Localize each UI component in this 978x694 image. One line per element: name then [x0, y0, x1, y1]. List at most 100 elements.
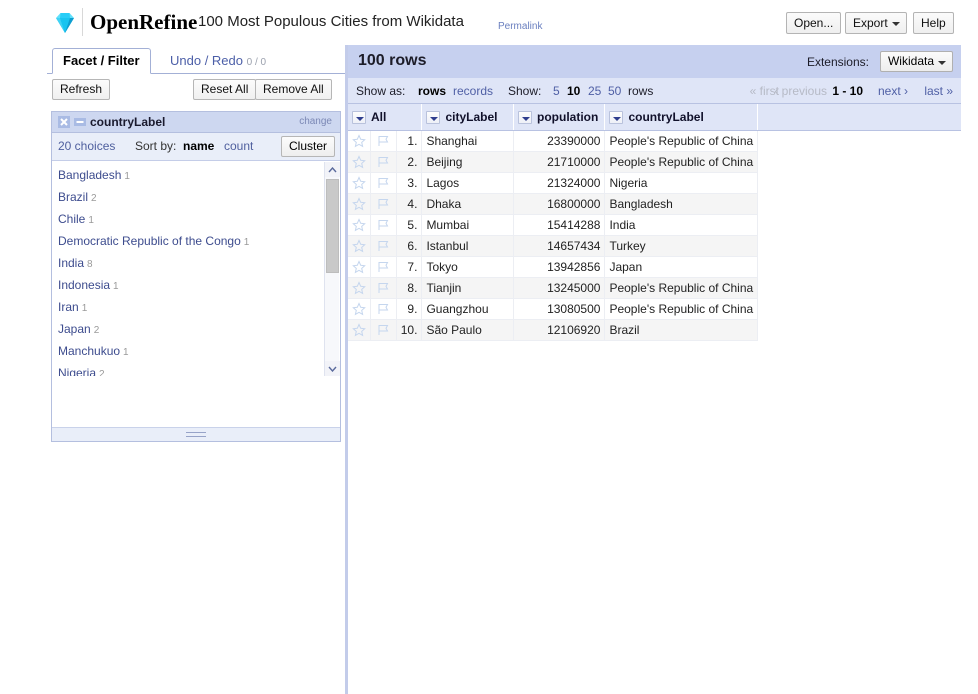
flag-outline-icon[interactable]: [371, 235, 397, 256]
column-header-citylabel[interactable]: cityLabel: [422, 104, 514, 130]
page-size-50[interactable]: 50: [608, 84, 621, 98]
cell-citylabel[interactable]: Mumbai: [422, 214, 514, 235]
tab-undo-redo[interactable]: Undo / Redo 0 / 0: [160, 49, 276, 75]
flag-outline-icon[interactable]: [371, 319, 397, 340]
pagination-next[interactable]: next ›: [878, 84, 908, 98]
flag-outline-icon[interactable]: [371, 277, 397, 298]
cell-population[interactable]: 21710000: [514, 151, 605, 172]
column-header-all[interactable]: All: [348, 104, 422, 130]
facet-choice-indonesia[interactable]: Indonesia1: [52, 275, 322, 297]
table-row[interactable]: 6.Istanbul14657434Turkey: [348, 235, 961, 256]
cell-population[interactable]: 14657434: [514, 235, 605, 256]
cell-countrylabel[interactable]: India: [605, 214, 758, 235]
scroll-up-icon[interactable]: [325, 162, 340, 177]
cell-population[interactable]: 12106920: [514, 319, 605, 340]
facet-choice-chile[interactable]: Chile1: [52, 209, 322, 231]
star-outline-icon[interactable]: [348, 319, 371, 340]
table-row[interactable]: 9.Guangzhou13080500People's Republic of …: [348, 298, 961, 319]
cell-population[interactable]: 13245000: [514, 277, 605, 298]
flag-outline-icon[interactable]: [371, 130, 397, 151]
cluster-button[interactable]: Cluster: [281, 136, 335, 157]
star-outline-icon[interactable]: [348, 172, 371, 193]
scroll-down-icon[interactable]: [325, 361, 340, 376]
table-row[interactable]: 3.Lagos21324000Nigeria: [348, 172, 961, 193]
cell-population[interactable]: 21324000: [514, 172, 605, 193]
star-outline-icon[interactable]: [348, 298, 371, 319]
cell-citylabel[interactable]: Tianjin: [422, 277, 514, 298]
chevron-down-icon[interactable]: [426, 111, 440, 124]
show-as-records-option[interactable]: records: [453, 84, 493, 98]
cell-countrylabel[interactable]: Turkey: [605, 235, 758, 256]
export-button[interactable]: Export: [845, 12, 907, 34]
column-header-countrylabel[interactable]: countryLabel: [605, 104, 758, 130]
facet-choice-iran[interactable]: Iran1: [52, 297, 322, 319]
star-outline-icon[interactable]: [348, 130, 371, 151]
facet-sort-by-count[interactable]: count: [224, 139, 253, 153]
star-outline-icon[interactable]: [348, 214, 371, 235]
chevron-down-icon[interactable]: [518, 111, 532, 124]
facet-choice-nigeria[interactable]: Nigeria2: [52, 363, 322, 376]
tab-facet-filter[interactable]: Facet / Filter: [52, 48, 151, 74]
facet-choice-manchukuo[interactable]: Manchukuo1: [52, 341, 322, 363]
facet-choice-brazil[interactable]: Brazil2: [52, 187, 322, 209]
facet-choice-india[interactable]: India8: [52, 253, 322, 275]
cell-countrylabel[interactable]: People's Republic of China: [605, 130, 758, 151]
reset-all-button[interactable]: Reset All: [193, 79, 256, 100]
cell-citylabel[interactable]: Tokyo: [422, 256, 514, 277]
cell-citylabel[interactable]: Shanghai: [422, 130, 514, 151]
cell-population[interactable]: 23390000: [514, 130, 605, 151]
pagination-last[interactable]: last »: [924, 84, 953, 98]
pagination-previous[interactable]: ‹ previous: [774, 84, 827, 98]
page-size-25[interactable]: 25: [588, 84, 601, 98]
flag-outline-icon[interactable]: [371, 172, 397, 193]
open-button[interactable]: Open...: [786, 12, 841, 34]
flag-outline-icon[interactable]: [371, 214, 397, 235]
facet-choice-bangladesh[interactable]: Bangladesh1: [52, 165, 322, 187]
cell-countrylabel[interactable]: People's Republic of China: [605, 277, 758, 298]
facet-list-scrollbar[interactable]: [324, 162, 339, 376]
flag-outline-icon[interactable]: [371, 151, 397, 172]
cell-countrylabel[interactable]: Bangladesh: [605, 193, 758, 214]
star-outline-icon[interactable]: [348, 256, 371, 277]
facet-choice-japan[interactable]: Japan2: [52, 319, 322, 341]
extensions-wikidata-button[interactable]: Wikidata: [880, 51, 953, 72]
star-outline-icon[interactable]: [348, 193, 371, 214]
table-row[interactable]: 5.Mumbai15414288India: [348, 214, 961, 235]
table-row[interactable]: 2.Beijing21710000People's Republic of Ch…: [348, 151, 961, 172]
table-row[interactable]: 10.São Paulo12106920Brazil: [348, 319, 961, 340]
facet-resize-grip[interactable]: [186, 432, 206, 437]
flag-outline-icon[interactable]: [371, 298, 397, 319]
show-as-rows-option[interactable]: rows: [418, 84, 446, 98]
refresh-button[interactable]: Refresh: [52, 79, 110, 100]
cell-citylabel[interactable]: Istanbul: [422, 235, 514, 256]
facet-choice-democratic-republic-of-the-congo[interactable]: Democratic Republic of the Congo1: [52, 231, 322, 253]
facet-choice-list[interactable]: Bangladesh1Brazil2Chile1Democratic Repub…: [52, 162, 340, 376]
table-row[interactable]: 1.Shanghai23390000People's Republic of C…: [348, 130, 961, 151]
star-outline-icon[interactable]: [348, 235, 371, 256]
table-row[interactable]: 7.Tokyo13942856Japan: [348, 256, 961, 277]
help-button[interactable]: Help: [913, 12, 954, 34]
flag-outline-icon[interactable]: [371, 193, 397, 214]
cell-citylabel[interactable]: Dhaka: [422, 193, 514, 214]
cell-countrylabel[interactable]: Nigeria: [605, 172, 758, 193]
permalink-link[interactable]: Permalink: [498, 21, 542, 32]
chevron-down-icon[interactable]: [609, 111, 623, 124]
flag-outline-icon[interactable]: [371, 256, 397, 277]
page-size-10[interactable]: 10: [567, 84, 580, 98]
facet-change-link[interactable]: change: [299, 116, 332, 127]
cell-countrylabel[interactable]: Brazil: [605, 319, 758, 340]
star-outline-icon[interactable]: [348, 151, 371, 172]
cell-countrylabel[interactable]: People's Republic of China: [605, 151, 758, 172]
page-size-5[interactable]: 5: [553, 84, 560, 98]
cell-population[interactable]: 13942856: [514, 256, 605, 277]
cell-population[interactable]: 16800000: [514, 193, 605, 214]
cell-population[interactable]: 15414288: [514, 214, 605, 235]
cell-population[interactable]: 13080500: [514, 298, 605, 319]
chevron-down-icon[interactable]: [352, 111, 366, 124]
cell-countrylabel[interactable]: People's Republic of China: [605, 298, 758, 319]
cell-citylabel[interactable]: Lagos: [422, 172, 514, 193]
star-outline-icon[interactable]: [348, 277, 371, 298]
column-header-population[interactable]: population: [514, 104, 605, 130]
minimize-minus-icon[interactable]: [74, 116, 86, 128]
cell-countrylabel[interactable]: Japan: [605, 256, 758, 277]
